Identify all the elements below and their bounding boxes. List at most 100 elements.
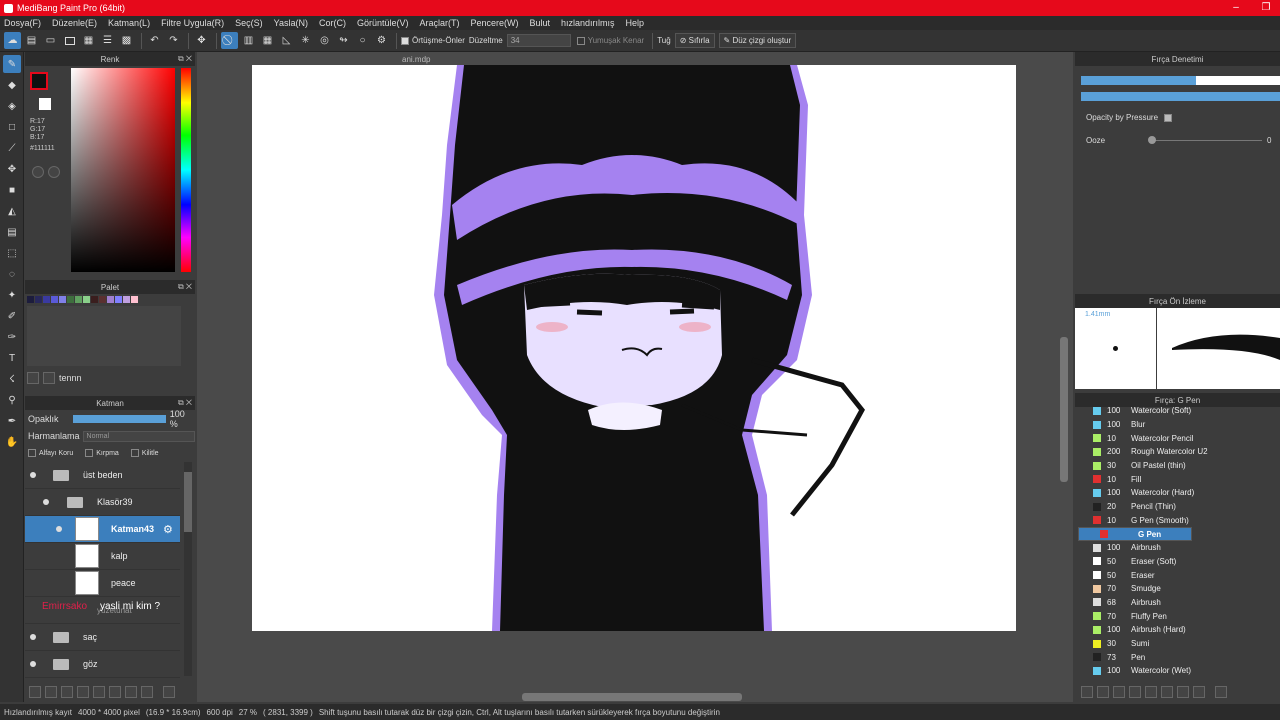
menu-accelerated[interactable]: hızlandırılmış — [561, 18, 615, 28]
brush-copy-icon[interactable] — [1129, 686, 1141, 698]
brush-item[interactable]: 100 Airbrush — [1075, 541, 1280, 555]
soft-edge-checkbox[interactable] — [576, 36, 585, 45]
snap-off-icon[interactable]: ⃠ — [221, 32, 238, 49]
layer-item[interactable]: üst beden — [25, 462, 180, 489]
brush-cloud-icon[interactable] — [1177, 686, 1189, 698]
clip-checkbox[interactable] — [85, 449, 94, 457]
palette-swatch[interactable] — [99, 296, 106, 303]
save-icon[interactable]: ▤ — [23, 32, 40, 49]
brush-add-icon[interactable] — [1081, 686, 1093, 698]
brush-import-icon[interactable] — [1113, 686, 1125, 698]
list-icon[interactable]: ☰ — [99, 32, 116, 49]
brush-item[interactable]: 10 G Pen (Smooth) — [1075, 514, 1280, 528]
snap-curve-icon[interactable]: ↬ — [335, 32, 352, 49]
palette-swatch[interactable] — [83, 296, 90, 303]
brush-item[interactable]: 100 Watercolor (Hard) — [1075, 486, 1280, 500]
visibility-icon[interactable] — [43, 499, 49, 505]
brush-item[interactable]: 68 Airbrush — [1075, 596, 1280, 610]
layer-item[interactable]: göz — [25, 651, 180, 678]
brush-item[interactable]: 30 Sumi — [1075, 637, 1280, 651]
new-layer-1bit-icon[interactable] — [61, 686, 73, 698]
transform-icon[interactable]: ✥ — [193, 32, 210, 49]
opacity-slider[interactable] — [72, 415, 166, 423]
eraser-tool-icon[interactable]: ◆ — [3, 76, 21, 94]
lasso-tool-icon[interactable]: ◌ — [3, 265, 21, 283]
lock-checkbox[interactable] — [130, 449, 139, 457]
snap-vanish-icon[interactable]: ◺ — [278, 32, 295, 49]
gradient-tool-icon[interactable]: ▤ — [3, 223, 21, 241]
menu-help[interactable]: Help — [626, 18, 645, 28]
new-folder-icon[interactable] — [93, 686, 105, 698]
brush-item[interactable]: 100 Watercolor (Soft) — [1075, 404, 1280, 418]
layer-item[interactable]: saç — [25, 624, 180, 651]
opacity-pressure-checkbox[interactable] — [1164, 113, 1173, 122]
menu-snap[interactable]: Yasla(N) — [274, 18, 308, 28]
visibility-icon[interactable] — [30, 634, 36, 640]
palette-swatch[interactable] — [123, 296, 130, 303]
layer-item[interactable]: kalp — [25, 543, 180, 570]
brush-item[interactable]: 20 Pencil (Thin) — [1075, 500, 1280, 514]
brush-item[interactable]: 200 Rough Watercolor U2 — [1075, 445, 1280, 459]
brush-item[interactable]: 73 Pen — [1075, 650, 1280, 664]
rect-fill-icon[interactable]: ■ — [3, 181, 21, 199]
panel-close-icon[interactable]: ⧉ ✕ — [178, 54, 192, 64]
palette-swatch[interactable] — [51, 296, 58, 303]
palette-swatch[interactable] — [115, 296, 122, 303]
alpha-lock-checkbox[interactable] — [28, 449, 36, 457]
brush-settings-icon[interactable] — [1161, 686, 1173, 698]
redo-icon[interactable]: ↷ — [165, 32, 182, 49]
snap-cross-icon[interactable]: ▦ — [259, 32, 276, 49]
brush-delete-icon[interactable] — [1215, 686, 1227, 698]
new-layer-icon[interactable] — [29, 686, 41, 698]
blend-select[interactable]: Normal — [82, 430, 195, 442]
layer-item[interactable]: peace — [25, 570, 180, 597]
select-rect-icon[interactable]: ⬚ — [3, 244, 21, 262]
menu-filter[interactable]: Filtre Uygula(R) — [161, 18, 224, 28]
ooze-slider[interactable] — [1152, 140, 1262, 141]
pen-tool-icon[interactable]: ✒ — [3, 412, 21, 430]
ooze-knob[interactable] — [1148, 136, 1156, 144]
maximize-icon[interactable]: ❐ — [1256, 0, 1276, 16]
line-tool-icon[interactable]: ⟋ — [3, 139, 21, 157]
layer-scrollbar[interactable] — [184, 462, 192, 676]
eyedropper-icon[interactable]: ⚲ — [3, 391, 21, 409]
menu-tools[interactable]: Araçlar(T) — [419, 18, 459, 28]
brush-item[interactable]: 50 Eraser (Soft) — [1075, 555, 1280, 569]
brush-item[interactable]: 70 Smudge — [1075, 582, 1280, 596]
text-tool-icon[interactable]: T — [3, 349, 21, 367]
palette-swatch[interactable] — [91, 296, 98, 303]
delete-layer-icon[interactable] — [163, 686, 175, 698]
brush-item[interactable]: 30 Oil Pastel (thin) — [1075, 459, 1280, 473]
minimize-icon[interactable]: – — [1226, 0, 1246, 16]
layer-settings-icon[interactable] — [141, 686, 153, 698]
brush-item[interactable]: 50 Eraser — [1075, 568, 1280, 582]
add-palette-icon[interactable] — [27, 372, 39, 384]
palette-swatch[interactable] — [67, 296, 74, 303]
visibility-icon[interactable] — [30, 661, 36, 667]
document-icon[interactable]: ▦ — [80, 32, 97, 49]
brush-tool-icon[interactable]: ✎ — [3, 55, 21, 73]
gear-icon[interactable]: ⚙ — [163, 523, 173, 536]
brush-item[interactable]: 100 Airbrush (Hard) — [1075, 623, 1280, 637]
brush-export-icon[interactable] — [1145, 686, 1157, 698]
brush-item[interactable]: 10 Watercolor Pencil — [1075, 431, 1280, 445]
file-tab[interactable]: ani.mdp — [402, 55, 430, 64]
add-layer-menu-icon[interactable] — [77, 686, 89, 698]
menu-file[interactable]: Dosya(F) — [4, 18, 41, 28]
brush-item-selected[interactable]: G Pen — [1078, 527, 1192, 541]
snap-settings-icon[interactable]: ⚙ — [373, 32, 390, 49]
select-pen-icon[interactable]: ✐ — [3, 307, 21, 325]
visibility-icon[interactable] — [30, 472, 36, 478]
reset-button[interactable]: ⊘ Sıfırla — [674, 33, 715, 48]
brush-item[interactable]: 100 Watercolor (Wet) — [1075, 664, 1280, 678]
undo-icon[interactable]: ↶ — [146, 32, 163, 49]
layer-item[interactable]: Klasör39 — [25, 489, 180, 516]
brush-size-slider[interactable] — [1081, 76, 1280, 85]
shape-tool-icon[interactable]: □ — [3, 118, 21, 136]
panel-close-icon[interactable]: ⧉ ✕ — [178, 398, 192, 408]
background-color[interactable] — [39, 98, 51, 110]
snap-circle-icon[interactable]: ◎ — [316, 32, 333, 49]
palette-swatch[interactable] — [43, 296, 50, 303]
color-picker-icon[interactable] — [48, 166, 60, 178]
dot-eraser-icon[interactable]: ◈ — [3, 97, 21, 115]
